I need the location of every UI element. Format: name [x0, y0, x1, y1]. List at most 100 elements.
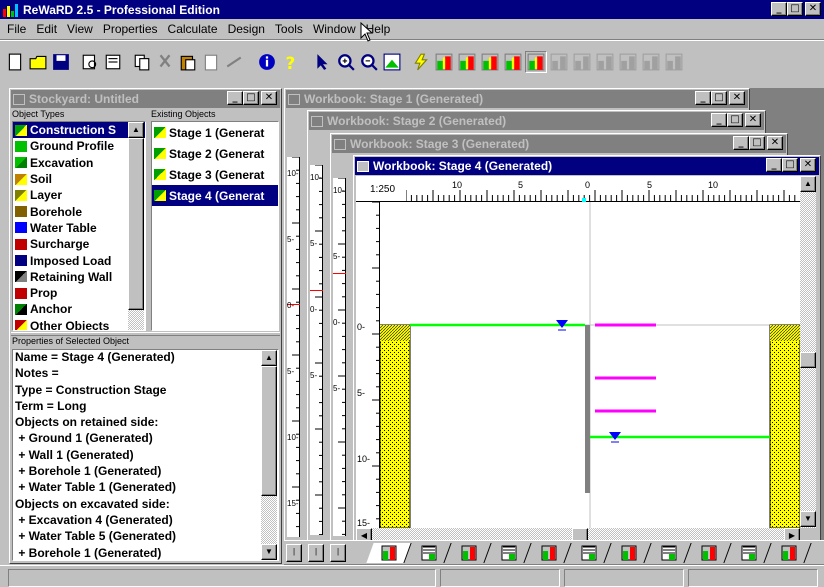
properties-list[interactable]: Name = Stage 4 (Generated) Notes = Type = …: [12, 349, 279, 561]
tab-scroll-first-button[interactable]: |: [286, 544, 302, 562]
workbook-3-minimize-button[interactable]: _: [733, 136, 749, 150]
print-preview-button[interactable]: [79, 51, 101, 73]
new-button[interactable]: [4, 51, 26, 73]
workbook-2-close-button[interactable]: ✕: [745, 113, 761, 127]
delete-button[interactable]: [223, 51, 245, 73]
workbook-3-title-bar[interactable]: Workbook: Stage 3 (Generated) _ □ ✕: [332, 135, 786, 153]
menu-window[interactable]: Window: [308, 22, 361, 36]
menu-calculate[interactable]: Calculate: [163, 22, 223, 36]
stockyard-close-button[interactable]: ✕: [261, 91, 277, 105]
object-type-item[interactable]: Layer: [13, 187, 145, 203]
help-button[interactable]: ?: [279, 51, 301, 73]
existing-object-item[interactable]: Stage 2 (Generat: [152, 143, 278, 164]
workbook-3-close-button[interactable]: ✕: [767, 136, 783, 150]
stage-button-10[interactable]: [640, 51, 662, 73]
stage-tab[interactable]: [606, 543, 652, 563]
stage-button-11[interactable]: [663, 51, 685, 73]
workbook-4-scroll-down[interactable]: ▼: [800, 511, 816, 527]
object-type-item[interactable]: Borehole: [13, 203, 145, 219]
stage-button-7[interactable]: [571, 51, 593, 73]
zoom-out-button[interactable]: [358, 51, 380, 73]
stage-button-2[interactable]: [456, 51, 478, 73]
run-button[interactable]: [410, 51, 432, 73]
paste-button[interactable]: [177, 51, 199, 73]
zoom-fit-button[interactable]: [381, 51, 403, 73]
stage-tab[interactable]: [366, 543, 412, 563]
stage-tab[interactable]: [446, 543, 492, 563]
save-button[interactable]: [50, 51, 72, 73]
object-types-scroll-up[interactable]: ▲: [128, 122, 144, 138]
menu-design[interactable]: Design: [223, 22, 270, 36]
existing-object-item[interactable]: Stage 4 (Generat: [152, 185, 278, 206]
workbook-1-close-button[interactable]: ✕: [729, 91, 745, 105]
open-button[interactable]: [27, 51, 49, 73]
workbook-4-title-bar[interactable]: Workbook: Stage 4 (Generated) _ □ ✕: [355, 157, 819, 175]
existing-object-item[interactable]: Stage 3 (Generat: [152, 164, 278, 185]
app-title-bar[interactable]: ReWaRD 2.5 - Professional Edition _ □ ✕: [0, 0, 824, 19]
object-type-item[interactable]: Anchor: [13, 301, 145, 317]
copy-button[interactable]: [131, 51, 153, 73]
object-types-list[interactable]: Construction S Ground Profile Excavation So…: [12, 121, 146, 331]
object-type-item[interactable]: Excavation: [13, 155, 145, 171]
object-type-item[interactable]: Imposed Load: [13, 252, 145, 268]
stage-button-6[interactable]: [548, 51, 570, 73]
menu-tools[interactable]: Tools: [270, 22, 308, 36]
close-button[interactable]: ✕: [805, 2, 821, 16]
stage-button-3[interactable]: [479, 51, 501, 73]
maximize-button[interactable]: □: [787, 2, 803, 16]
drawing-canvas[interactable]: [380, 202, 800, 528]
stage-tab[interactable]: [406, 543, 452, 563]
cut-button[interactable]: [154, 51, 176, 73]
minimize-button[interactable]: _: [771, 2, 787, 16]
stage-button-5[interactable]: [525, 51, 547, 73]
stage-tab[interactable]: [726, 543, 772, 563]
menu-edit[interactable]: Edit: [31, 22, 62, 36]
pointer-button[interactable]: [312, 51, 334, 73]
existing-objects-list[interactable]: Stage 1 (Generat Stage 2 (Generat Stage 3 …: [151, 121, 279, 331]
object-type-item[interactable]: Soil: [13, 171, 145, 187]
stage-button-9[interactable]: [617, 51, 639, 73]
info-button[interactable]: [256, 51, 278, 73]
workbook-2-minimize-button[interactable]: _: [711, 113, 727, 127]
object-type-item[interactable]: Construction S: [13, 122, 145, 139]
stockyard-title-bar[interactable]: Stockyard: Untitled _ □ ✕: [11, 90, 280, 108]
stage-tab[interactable]: [766, 543, 812, 563]
properties-scroll-up[interactable]: ▲: [261, 350, 277, 366]
stockyard-minimize-button[interactable]: _: [227, 91, 243, 105]
stage-tab[interactable]: [526, 543, 572, 563]
workbook-1-title-bar[interactable]: Workbook: Stage 1 (Generated) _ □ ✕: [286, 90, 748, 108]
properties-scroll-thumb[interactable]: [261, 366, 277, 496]
stage-button-8[interactable]: [594, 51, 616, 73]
workbook-4-maximize-button[interactable]: □: [782, 158, 798, 172]
zoom-in-button[interactable]: [335, 51, 357, 73]
stage-tab[interactable]: [686, 543, 732, 563]
stockyard-maximize-button[interactable]: □: [243, 91, 259, 105]
stage-button-4[interactable]: [502, 51, 524, 73]
workbook-4-vscroll-thumb[interactable]: [800, 352, 816, 368]
print-button[interactable]: [102, 51, 124, 73]
object-type-item[interactable]: Water Table: [13, 220, 145, 236]
stage-button-1[interactable]: [433, 51, 455, 73]
workbook-2-maximize-button[interactable]: □: [727, 113, 743, 127]
menu-properties[interactable]: Properties: [98, 22, 163, 36]
workbook-4-minimize-button[interactable]: _: [766, 158, 782, 172]
object-types-scroll-thumb[interactable]: [128, 138, 144, 310]
tab-scroll-prev-button[interactable]: |: [308, 544, 324, 562]
object-type-item[interactable]: Prop: [13, 285, 145, 301]
menu-file[interactable]: File: [2, 22, 31, 36]
workbook-1-minimize-button[interactable]: _: [695, 91, 711, 105]
workbook-2-title-bar[interactable]: Workbook: Stage 2 (Generated) _ □ ✕: [309, 112, 764, 130]
stage-tab[interactable]: [646, 543, 692, 563]
object-type-item[interactable]: Other Objects: [13, 318, 145, 330]
workbook-4-scroll-up[interactable]: ▲: [800, 176, 816, 192]
object-type-item[interactable]: Surcharge: [13, 236, 145, 252]
object-type-item[interactable]: Ground Profile: [13, 138, 145, 154]
tab-scroll-next-button[interactable]: |: [330, 544, 346, 562]
clipboard-button[interactable]: [200, 51, 222, 73]
menu-view[interactable]: View: [62, 22, 98, 36]
object-type-item[interactable]: Retaining Wall: [13, 269, 145, 285]
workbook-4-close-button[interactable]: ✕: [800, 158, 816, 172]
stage-tab[interactable]: [486, 543, 532, 563]
properties-scroll-down[interactable]: ▼: [261, 544, 277, 560]
existing-object-item[interactable]: Stage 1 (Generat: [152, 122, 278, 143]
